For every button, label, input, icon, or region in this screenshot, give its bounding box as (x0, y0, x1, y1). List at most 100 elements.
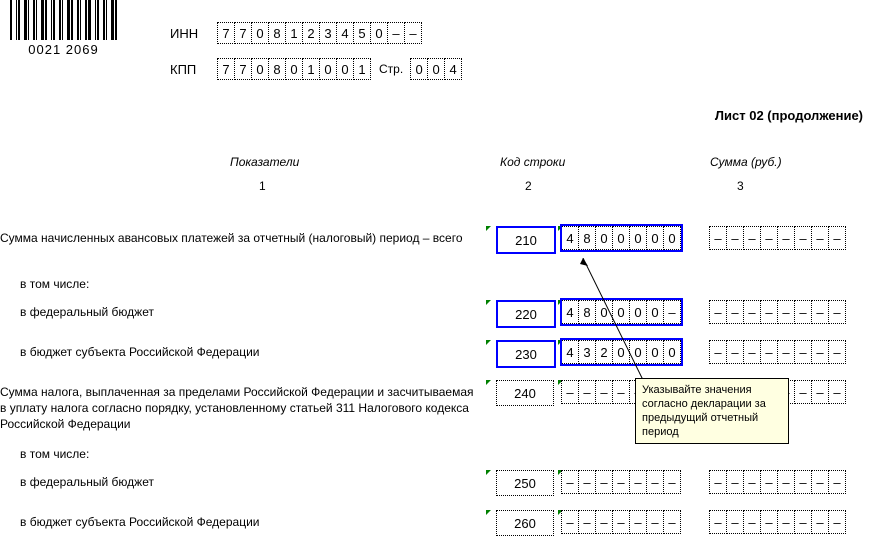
sum-cells: ––––––– (562, 470, 681, 494)
cell: 0 (629, 340, 647, 364)
cell: – (726, 470, 744, 494)
cell: 8 (578, 300, 596, 324)
cell: – (794, 340, 812, 364)
cell: 0 (663, 226, 681, 250)
cell: – (794, 226, 812, 250)
sum-cells: 480000– (562, 300, 681, 324)
cell: – (726, 340, 744, 364)
table-row: в том числе: (0, 442, 873, 472)
tooltip: Указывайте значения согласно декларации … (635, 378, 789, 444)
row-text: Сумма начисленных авансовых платежей за … (0, 230, 480, 246)
cell: – (811, 470, 829, 494)
cell: – (777, 226, 795, 250)
col-header-sum: Сумма (руб.) (710, 155, 782, 169)
kpp-cells: 770801001 (218, 58, 371, 80)
cell: – (794, 510, 812, 534)
row-text: в бюджет субъекта Российской Федерации (0, 514, 500, 530)
inn-label: ИНН (170, 26, 208, 41)
ext-cells: –––––––– (710, 226, 846, 250)
cell: – (595, 470, 613, 494)
cell: – (404, 22, 422, 44)
cell: 0 (251, 22, 269, 44)
cell: 1 (302, 58, 320, 80)
cell: – (828, 300, 846, 324)
table-row: в бюджет субъекта Российской Федерации23… (0, 340, 873, 370)
cell: – (760, 470, 778, 494)
cell: – (612, 510, 630, 534)
code-box: 230 (496, 340, 556, 368)
cell: – (794, 470, 812, 494)
cell: – (646, 470, 664, 494)
cell: – (612, 470, 630, 494)
green-marker-icon (486, 226, 491, 231)
cell: 4 (444, 58, 462, 80)
cell: 5 (353, 22, 371, 44)
cell: – (578, 470, 596, 494)
sum-cells: ––––––– (562, 510, 681, 534)
cell: – (743, 340, 761, 364)
cell: – (743, 510, 761, 534)
cell: 3 (578, 340, 596, 364)
cell: – (726, 510, 744, 534)
cell: 0 (595, 300, 613, 324)
ext-cells: –––––––– (710, 470, 846, 494)
cell: – (760, 340, 778, 364)
green-marker-icon (486, 470, 491, 475)
cell: – (709, 226, 727, 250)
ext-cells: –––––––– (710, 510, 846, 534)
cell: 4 (336, 22, 354, 44)
cell: – (387, 22, 405, 44)
cell: – (743, 226, 761, 250)
cell: 8 (268, 58, 286, 80)
cell: 0 (595, 226, 613, 250)
code-box: 250 (496, 470, 554, 496)
cell: – (629, 510, 647, 534)
cell: – (828, 380, 846, 404)
cell: 0 (663, 340, 681, 364)
code-box: 240 (496, 380, 554, 406)
cell: – (663, 470, 681, 494)
sum-cells: 4800000 (562, 226, 681, 250)
cell: – (709, 340, 727, 364)
row-text: в том числе: (0, 276, 500, 292)
sum-cells: 4320000 (562, 340, 681, 364)
row-text: Сумма налога, выплаченная за пределами Р… (0, 384, 480, 432)
col-num-1: 1 (259, 179, 266, 193)
cell: – (760, 300, 778, 324)
cell: 4 (561, 226, 579, 250)
cell: 1 (285, 22, 303, 44)
ext-cells: –––––––– (710, 340, 846, 364)
row-text: в том числе: (0, 446, 500, 462)
cell: 4 (561, 340, 579, 364)
cell: 0 (410, 58, 428, 80)
code-box: 260 (496, 510, 554, 536)
cell: – (709, 470, 727, 494)
str-label: Стр. (379, 62, 403, 76)
cell: – (646, 510, 664, 534)
kpp-label: КПП (170, 62, 208, 77)
cell: 0 (427, 58, 445, 80)
cell: – (595, 510, 613, 534)
str-cells: 004 (411, 58, 462, 80)
green-marker-icon (486, 340, 491, 345)
cell: – (663, 510, 681, 534)
row-text: в федеральный бюджет (0, 304, 500, 320)
cell: 0 (336, 58, 354, 80)
row-text: в федеральный бюджет (0, 474, 500, 490)
cell: – (578, 380, 596, 404)
cell: 0 (646, 340, 664, 364)
cell: – (561, 510, 579, 534)
cell: – (777, 510, 795, 534)
cell: 0 (285, 58, 303, 80)
cell: 1 (353, 58, 371, 80)
cell: – (709, 510, 727, 534)
cell: 0 (629, 226, 647, 250)
cell: – (760, 510, 778, 534)
cell: 7 (217, 22, 235, 44)
cell: – (811, 300, 829, 324)
cell: 0 (612, 226, 630, 250)
col-num-3: 3 (737, 179, 744, 193)
barcode-number: 0021 2069 (10, 42, 117, 57)
cell: – (777, 340, 795, 364)
cell: 0 (251, 58, 269, 80)
